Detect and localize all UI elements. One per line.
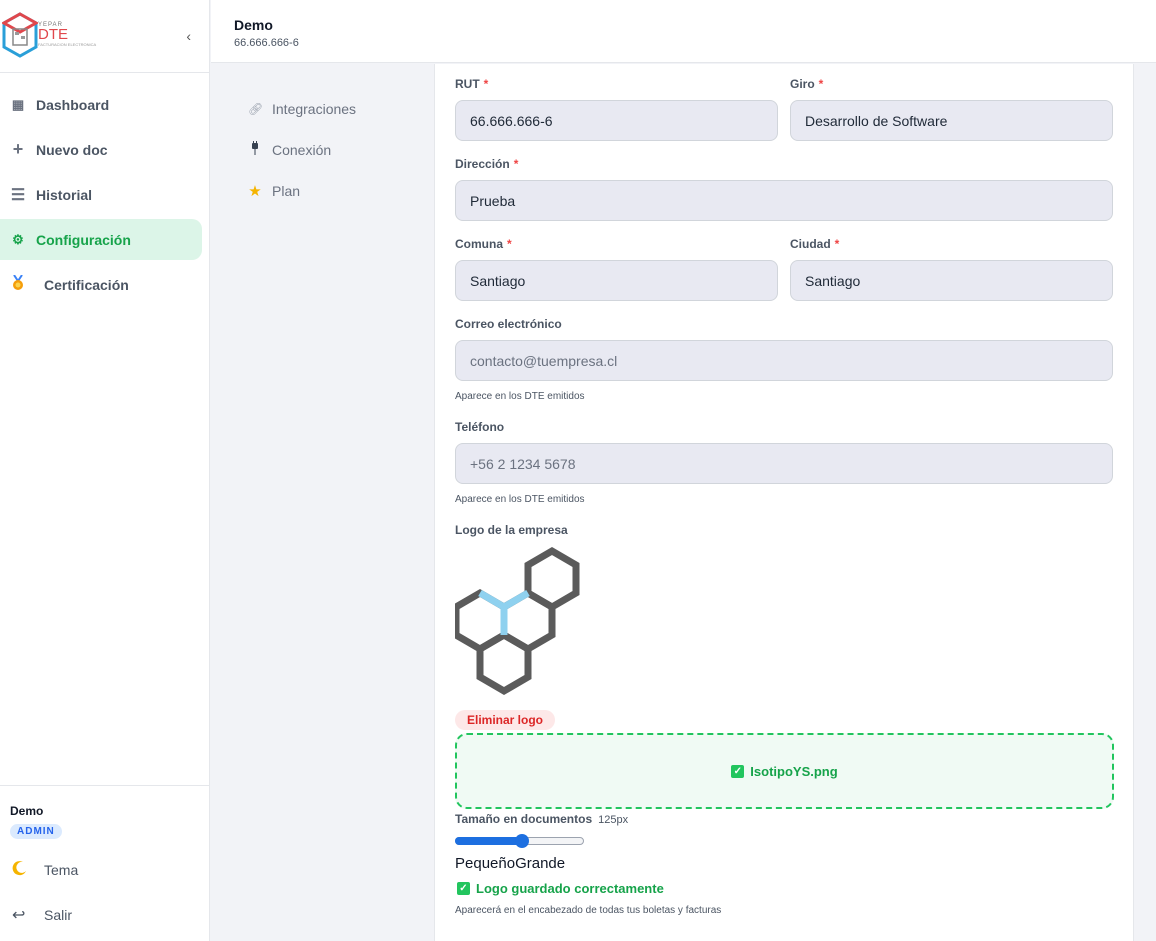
user-name: Demo — [10, 804, 44, 818]
comuna-input[interactable] — [455, 260, 778, 301]
delete-logo-button[interactable]: Eliminar logo — [455, 710, 556, 730]
moon-icon — [12, 860, 30, 879]
logo-size-value: 125px — [598, 814, 629, 826]
telefono-input[interactable] — [455, 443, 1113, 484]
rut-input[interactable] — [455, 100, 778, 141]
telefono-help: Aparece en los DTE emitidos — [455, 494, 585, 505]
plus-icon: + — [12, 139, 24, 159]
link-icon: 🔗︎ — [248, 101, 264, 116]
logout-label: Salir — [44, 906, 73, 923]
scale-min-label: Pequeño — [455, 855, 516, 872]
logo-file-name: IsotipoYS.png — [750, 763, 838, 779]
sidebar-item-historial[interactable]: ☰ Historial — [0, 174, 202, 215]
brand-header: YEPAR DTE FACTURACION ELECTRONICA ‹ — [0, 0, 209, 73]
sidebar-item-configuracion[interactable]: ⚙ Configuración — [0, 219, 202, 260]
scroll-gutter — [1134, 64, 1156, 941]
role-badge: ADMIN — [10, 824, 62, 839]
email-input[interactable] — [455, 340, 1113, 381]
subnav-item-plan[interactable]: ★ Plan — [248, 170, 356, 211]
logo-dropzone[interactable]: ✓ IsotipoYS.png — [455, 733, 1114, 809]
brand-logo-icon — [2, 12, 38, 58]
ciudad-input[interactable] — [790, 260, 1113, 301]
email-help: Aparece en los DTE emitidos — [455, 391, 585, 402]
subnav-item-label: Integraciones — [272, 100, 357, 117]
sidebar-item-label: Configuración — [36, 231, 131, 248]
comuna-label: Comuna * — [455, 237, 512, 251]
brand-name: DTE — [38, 26, 68, 43]
sidebar-item-nuevo-doc[interactable]: + Nuevo doc — [0, 129, 202, 170]
plug-icon — [248, 141, 262, 158]
sidebar-item-label: Nuevo doc — [36, 141, 108, 158]
company-rut: 66.666.666-6 — [234, 37, 299, 49]
logout-button[interactable]: ↩ Salir — [0, 892, 210, 937]
check-icon: ✓ — [457, 882, 470, 895]
logo-size-label: Tamaño en documentos 125px — [455, 812, 629, 826]
size-scale-labels: PequeñoGrande — [455, 855, 565, 872]
brand-tagline: FACTURACION ELECTRONICA — [38, 42, 97, 47]
list-icon: ☰ — [10, 186, 26, 204]
email-label: Correo electrónico — [455, 317, 562, 331]
subnav-item-conexion[interactable]: Conexión — [248, 129, 356, 170]
giro-label: Giro * — [790, 77, 824, 91]
sidebar-item-certificacion[interactable]: Certificación — [0, 264, 202, 305]
direccion-input[interactable] — [455, 180, 1113, 221]
main-nav: ▦ Dashboard + Nuevo doc ☰ Historial ⚙ Co… — [0, 84, 210, 309]
scale-max-label: Grande — [515, 855, 566, 872]
sidebar: YEPAR DTE FACTURACION ELECTRONICA ‹ ▦ Da… — [0, 0, 210, 941]
sidebar-item-label: Certificación — [44, 276, 129, 293]
direccion-label: Dirección * — [455, 157, 519, 171]
ciudad-label: Ciudad * — [790, 237, 840, 251]
company-name: Demo — [234, 17, 273, 33]
subnav-item-label: Plan — [272, 182, 301, 199]
check-icon: ✓ — [731, 764, 745, 778]
slider-fill — [455, 837, 522, 845]
logo-size-slider[interactable] — [455, 834, 584, 848]
logo-saved-message: ✓ Logo guardado correctamente — [457, 881, 664, 896]
sidebar-item-dashboard[interactable]: ▦ Dashboard — [0, 84, 202, 125]
slider-thumb[interactable] — [515, 834, 529, 848]
theme-label: Tema — [44, 861, 79, 878]
subnav-item-label: Conexión — [272, 141, 332, 158]
telefono-label: Teléfono — [455, 420, 505, 434]
grid-icon: ▦ — [11, 96, 25, 112]
company-logo-image — [455, 546, 580, 696]
top-header: Demo 66.666.666-6 — [211, 0, 1156, 63]
star-icon: ★ — [248, 182, 262, 200]
sidebar-item-label: Dashboard — [36, 96, 110, 113]
gear-icon: ⚙ — [12, 231, 24, 247]
logo-footer-help: Aparecerá en el encabezado de todas tus … — [455, 905, 722, 916]
theme-toggle[interactable]: Tema — [0, 847, 210, 892]
logo-label: Logo de la empresa — [455, 523, 568, 537]
sidebar-item-label: Historial — [36, 186, 93, 203]
sidebar-footer: Demo ADMIN Tema ↩ Salir — [0, 785, 210, 937]
medal-icon — [10, 274, 26, 294]
collapse-sidebar-button[interactable]: ‹ — [186, 28, 191, 44]
logout-icon: ↩ — [12, 906, 26, 924]
brand-wordmark: YEPAR DTE FACTURACION ELECTRONICA — [38, 22, 96, 47]
subnav-item-integraciones[interactable]: 🔗︎ Integraciones — [248, 88, 356, 129]
giro-input[interactable] — [790, 100, 1113, 141]
settings-subnav: 🔗︎ Integraciones Conexión ★ Plan — [248, 88, 356, 211]
company-form-panel: RUT* Giro* Dirección* Comuna* Ciudad* Co… — [434, 64, 1134, 941]
rut-label: RUT * — [455, 77, 489, 91]
